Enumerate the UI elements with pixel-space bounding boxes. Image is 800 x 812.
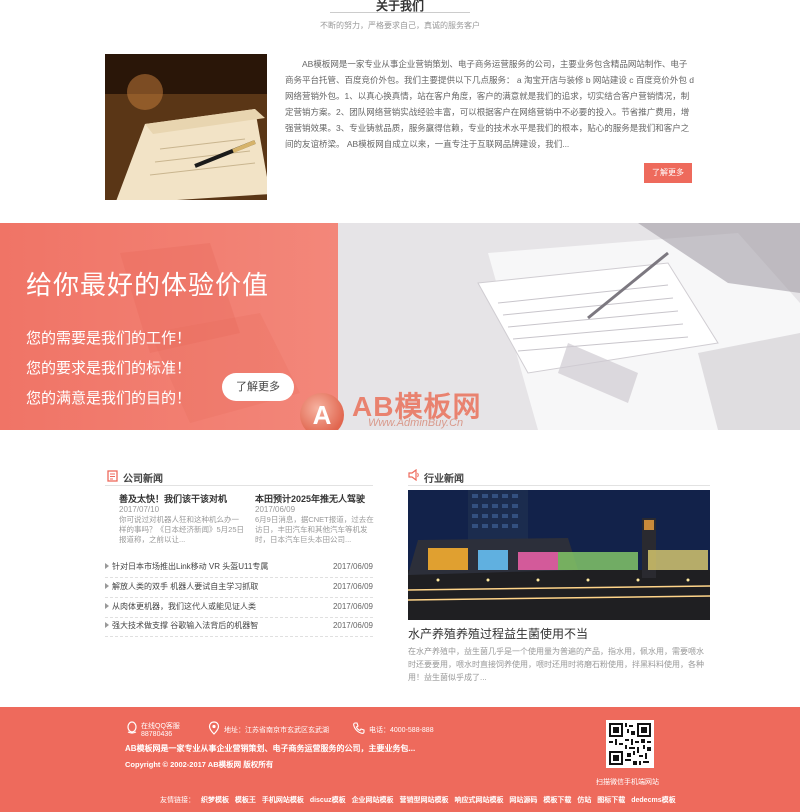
industry-news-photo[interactable] [408, 490, 710, 620]
industry-news-title[interactable]: 行业新闻 [424, 470, 464, 485]
friend-link[interactable]: 网站源码 [509, 797, 537, 804]
friend-link[interactable]: discuz模板 [310, 797, 346, 804]
footer-description: AB模板网是一家专业从事企业营销策划、电子商务运营服务的公司，主要业务包... [125, 744, 416, 753]
top-news-2-title[interactable]: 本田预计2025年推无人驾驶 [255, 492, 365, 505]
banner-line-2: 您的要求是我们的标准！ [26, 360, 192, 377]
news-item-title: 解放人类的双手 机器人要试自主学习抓取 [112, 582, 259, 591]
banner-title: 给你最好的体验价值 [26, 270, 270, 300]
friend-link[interactable]: 仿站 [577, 797, 591, 804]
qr-code-image [609, 723, 651, 765]
top-news-2-date: 2017/06/09 [255, 505, 296, 514]
hero-banner: 给你最好的体验价值 您的需要是我们的工作！ 您的要求是我们的标准！ 您的满意是我… [0, 223, 800, 430]
news-item-date: 2017/06/09 [332, 602, 373, 611]
watermark: A AB模板网 Www.AdminBuy.Cn [300, 383, 520, 430]
top-news-1-title[interactable]: 善及太快！我们该干该对机 [119, 492, 227, 505]
friend-link[interactable]: 模板下载 [543, 797, 571, 804]
friend-links-label: 友情链接： [160, 797, 195, 804]
about-more-button[interactable]: 了解更多 [644, 163, 692, 183]
footer-address: 地址：江苏省南京市玄武区玄武湖 [224, 727, 329, 734]
news-item-title: 针对日本市场推出Link移动 VR 头盔U11专属 [112, 562, 269, 571]
phone-icon [353, 722, 365, 734]
top-news-1-date: 2017/07/10 [119, 505, 160, 514]
news-list-item[interactable]: 强大技术做支撑 谷歌输入法背后的机器智 2017/06/09 [105, 617, 373, 637]
qr-label: 扫描微信手机端网站 [596, 779, 659, 786]
footer-qq-number: 88780436 [141, 731, 173, 738]
friend-link[interactable]: 模板王 [235, 797, 256, 804]
about-text: AB模板网是一家专业从事企业营销策划、电子商务运营服务的公司，主要业务包含精品网… [285, 59, 694, 149]
footer-phone: 电话：4000-588-888 [369, 727, 434, 734]
notebook-pen-image [105, 54, 267, 200]
watermark-logo-icon: A [300, 393, 344, 430]
bullet-icon [105, 583, 109, 589]
friend-link[interactable]: 手机网站模板 [262, 797, 304, 804]
bullet-icon [105, 563, 109, 569]
city-night-image [408, 490, 710, 620]
bullet-icon [105, 622, 109, 628]
about-photo [105, 54, 267, 200]
news-item-title: 强大技术做支撑 谷歌输入法背后的机器智 [112, 621, 259, 630]
qr-code [606, 720, 654, 768]
footer-copyright: Copyright © 2002-2017 AB模板网 版权所有 [125, 760, 274, 769]
news-list-item[interactable]: 解放人类的双手 机器人要试自主学习抓取 2017/06/09 [105, 578, 373, 598]
banner-left-panel: 给你最好的体验价值 您的需要是我们的工作！ 您的要求是我们的标准！ 您的满意是我… [0, 223, 338, 430]
document-icon [107, 470, 118, 482]
banner-line-1: 您的需要是我们的工作！ [26, 330, 192, 347]
friend-link[interactable]: 响应式网站模板 [454, 797, 503, 804]
about-subtitle: 不断的努力，严格要求自己，真诚的服务客户 [320, 21, 480, 30]
news-item-title: 从肉体更机器，我们这代人或能见证人类 [112, 602, 256, 611]
news-item-date: 2017/06/09 [332, 621, 373, 630]
company-news-title[interactable]: 公司新闻 [123, 470, 163, 485]
banner-line-3: 您的满意是我们的目的！ [26, 390, 192, 407]
watermark-url: Www.AdminBuy.Cn [368, 417, 464, 429]
friend-link[interactable]: 图标下载 [597, 797, 625, 804]
friend-links: 友情链接： 织梦模板 模板王 手机网站模板 discuz模板 企业网站模板 营销… [160, 795, 720, 805]
top-news-2-body: 6月9日消息，据CNET报道，过去在访日，丰田汽车和其他汽车等机发时，日本汽车巨… [255, 515, 374, 544]
location-icon [208, 721, 220, 735]
friend-link[interactable]: 企业网站模板 [352, 797, 394, 804]
banner-more-button[interactable]: 了解更多 [222, 373, 294, 401]
industry-news-body: 在水产养殖中，益生菌几乎是一个使用量为普遍的产品，指水用，佩水用，需要喂水时还要… [408, 647, 704, 682]
industry-news-headline[interactable]: 水产养殖养殖过程益生菌使用不当 [408, 625, 588, 642]
friend-link[interactable]: 织梦模板 [201, 797, 229, 804]
news-item-date: 2017/06/09 [332, 562, 373, 571]
news-list-item[interactable]: 针对日本市场推出Link移动 VR 头盔U11专属 2017/06/09 [105, 558, 373, 578]
friend-link[interactable]: dedecms模板 [631, 797, 675, 804]
bullet-icon [105, 603, 109, 609]
qq-icon [127, 721, 137, 734]
speaker-icon [408, 469, 419, 481]
news-list-item[interactable]: 从肉体更机器，我们这代人或能见证人类 2017/06/09 [105, 598, 373, 618]
industry-news-divider [408, 485, 710, 486]
footer: 在线QQ客服 88780436 地址：江苏省南京市玄武区玄武湖 电话：4000-… [0, 707, 800, 812]
news-item-date: 2017/06/09 [332, 582, 373, 591]
friend-link[interactable]: 营销型网站模板 [400, 797, 449, 804]
company-news-divider [105, 485, 373, 486]
footer-qq-label[interactable]: 在线QQ客服 [141, 721, 180, 731]
about-title-underline [330, 12, 470, 13]
top-news-1-body: 你可说过对机器人狂和这种机么办一样的事吗？《日本经济新闻》5月25日报道称，之前… [119, 515, 245, 544]
